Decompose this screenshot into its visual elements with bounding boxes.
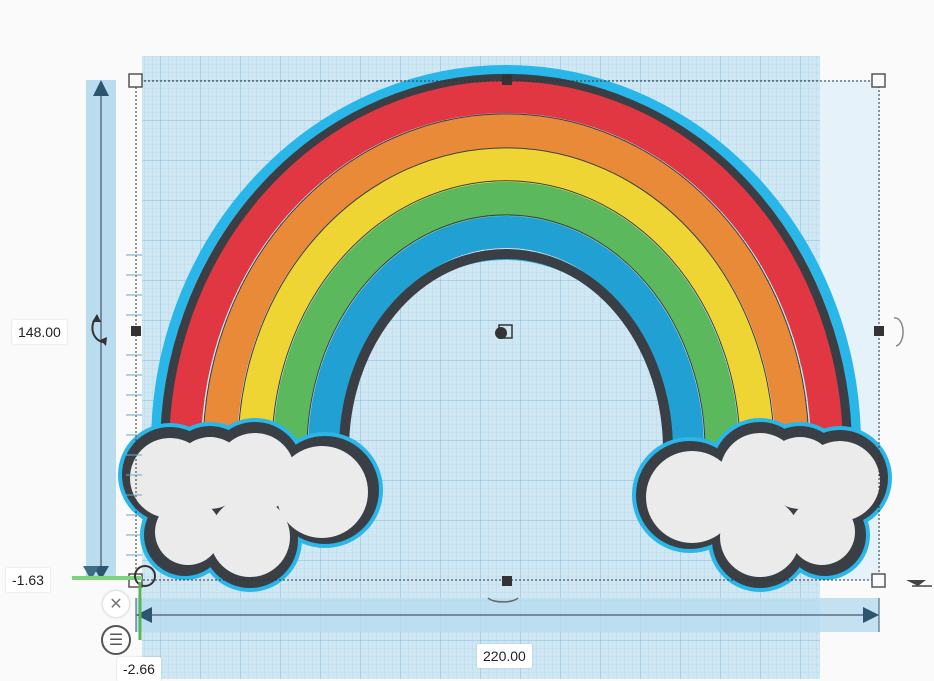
close-button[interactable]: ✕ [103, 591, 129, 617]
drag-arrow-icon[interactable] [906, 580, 932, 587]
height-ruler [83, 80, 116, 580]
menu-button[interactable]: ☰ [101, 625, 131, 655]
height-dimension-input[interactable]: 148.00 [12, 320, 67, 344]
workplane-canvas[interactable] [0, 0, 934, 679]
corner-handle-top-left [128, 73, 143, 88]
menu-lines-icon: ☰ [108, 632, 124, 649]
depth-dimension-input[interactable]: -2.66 [117, 657, 161, 681]
width-dimension-input[interactable]: 220.00 [477, 644, 532, 668]
elevation-dimension-input[interactable]: -1.63 [6, 568, 50, 592]
width-ruler [135, 598, 880, 632]
close-icon: ✕ [109, 596, 123, 613]
rotate-handle-right[interactable] [893, 317, 904, 347]
corner-handle-top-right [871, 73, 886, 88]
corner-handle-bottom-right [871, 573, 886, 588]
